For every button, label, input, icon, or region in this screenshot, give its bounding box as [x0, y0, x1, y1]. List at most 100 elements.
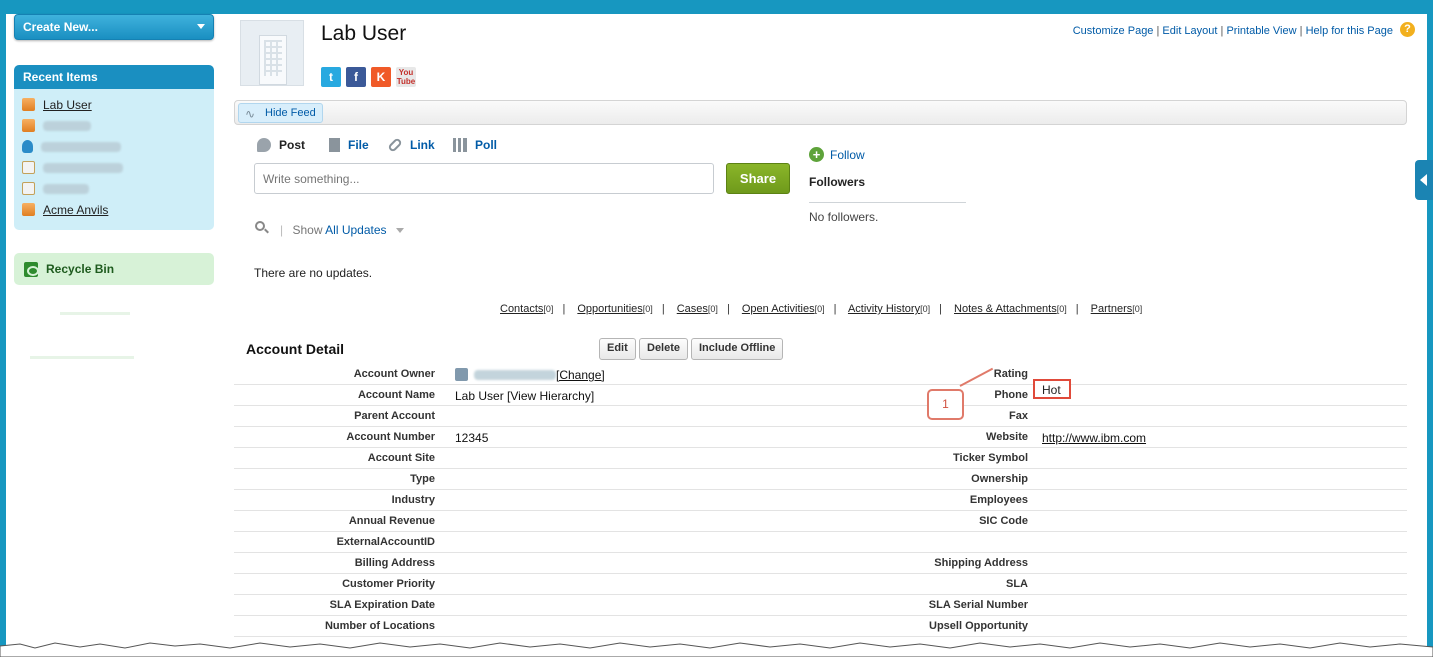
related-link-cases[interactable]: Cases — [677, 303, 708, 315]
recent-item[interactable] — [22, 136, 206, 157]
youtube-icon[interactable]: You Tube — [396, 67, 416, 87]
recent-item[interactable] — [22, 157, 206, 178]
tab-file[interactable]: File — [329, 138, 369, 152]
tab-label: Link — [410, 138, 435, 152]
recycle-bin-label: Recycle Bin — [46, 262, 115, 276]
detail-row: SLA Expiration Date SLA Serial Number — [234, 595, 1407, 616]
recent-item[interactable] — [22, 178, 206, 199]
create-new-button[interactable]: Create New... — [14, 14, 214, 40]
redacted-text — [43, 120, 91, 131]
field-label: Parent Account — [354, 410, 435, 422]
field-label: Account Number — [346, 431, 435, 443]
speech-bubble-icon — [257, 138, 271, 152]
detail-row: ExternalAccountID — [234, 532, 1407, 553]
field-label: Customer Priority — [342, 578, 435, 590]
help-icon[interactable]: ? — [1400, 22, 1415, 37]
recent-item[interactable] — [22, 115, 206, 136]
recent-item[interactable]: Lab User — [22, 94, 206, 115]
twitter-icon[interactable]: t — [321, 67, 341, 87]
tab-post[interactable]: Post — [257, 138, 305, 152]
separator: | — [280, 223, 284, 237]
detail-row: Account Number 12345 Website http://www.… — [234, 427, 1407, 448]
customize-page-link[interactable]: Customize Page — [1073, 25, 1154, 37]
recent-item-label[interactable]: Acme Anvils — [43, 203, 108, 217]
search-icon[interactable] — [255, 221, 265, 231]
detail-row: Account Name Lab User [View Hierarchy] P… — [234, 385, 1407, 406]
detail-row: Number of Locations Upsell Opportunity — [234, 616, 1407, 637]
account-icon — [22, 98, 35, 111]
document-icon — [22, 161, 35, 174]
field-label: Account Name — [357, 389, 435, 401]
related-link-opportunities[interactable]: Opportunities — [577, 303, 642, 315]
follow-button[interactable]: + Follow — [809, 147, 865, 162]
detail-row: Annual Revenue SIC Code — [234, 511, 1407, 532]
help-link[interactable]: Help for this Page — [1306, 25, 1393, 37]
hide-feed-button[interactable]: ∿ Hide Feed — [238, 103, 323, 123]
related-link-partners[interactable]: Partners — [1091, 303, 1133, 315]
include-offline-button[interactable]: Include Offline — [691, 338, 784, 360]
callout-number: 1 — [927, 389, 964, 420]
related-link-contacts[interactable]: Contacts — [500, 303, 543, 315]
field-label: Shipping Address — [934, 557, 1028, 569]
account-icon — [22, 119, 35, 132]
related-link-activity-history[interactable]: Activity History — [848, 303, 920, 315]
edit-button[interactable]: Edit — [599, 338, 636, 360]
redacted-text — [43, 183, 89, 194]
followers-title: Followers — [809, 175, 866, 189]
account-number-value: 12345 — [455, 431, 489, 445]
field-label: Fax — [1009, 410, 1028, 422]
tab-label: File — [348, 138, 369, 152]
tab-label: Post — [279, 138, 306, 152]
recent-item[interactable]: Acme Anvils — [22, 199, 206, 220]
torn-edge — [0, 642, 1433, 657]
post-input[interactable] — [254, 163, 714, 194]
collapse-panel-tab[interactable] — [1415, 160, 1433, 200]
contact-icon — [22, 140, 33, 153]
page-title: Lab User — [321, 22, 407, 45]
detail-row: Account Owner [Change] Rating — [234, 364, 1407, 385]
count: [0] — [1132, 304, 1143, 314]
account-owner-value: [Change] — [455, 368, 605, 382]
printable-view-link[interactable]: Printable View — [1226, 25, 1296, 37]
recycle-bin-link[interactable]: Recycle Bin — [14, 253, 214, 285]
header-links: Customize Page | Edit Layout | Printable… — [1072, 25, 1393, 37]
detail-row: Billing Address Shipping Address — [234, 553, 1407, 574]
related-list-links: Contacts[0] | Opportunities[0] | Cases[0] |… — [500, 303, 1143, 315]
facebook-icon[interactable]: f — [346, 67, 366, 87]
field-label: ExternalAccountID — [336, 536, 435, 548]
feed-filter-dropdown[interactable]: All Updates — [325, 223, 386, 237]
feed-toolbar: ∿ Hide Feed — [234, 100, 1407, 125]
divider — [809, 202, 966, 203]
related-link-open-activities[interactable]: Open Activities — [742, 303, 815, 315]
klout-icon[interactable]: K — [371, 67, 391, 87]
chevron-down-icon[interactable] — [395, 228, 404, 234]
field-label: Phone — [994, 389, 1028, 401]
field-label: SLA Serial Number — [928, 599, 1028, 611]
account-name-value: Lab User [View Hierarchy] — [455, 389, 595, 403]
recent-items-header: Recent Items — [14, 65, 214, 89]
tab-link[interactable]: Link — [387, 137, 435, 153]
show-label: Show — [292, 223, 323, 237]
detail-row: Parent Account Fax — [234, 406, 1407, 427]
delete-button[interactable]: Delete — [639, 338, 689, 360]
change-owner-link[interactable]: [Change] — [556, 368, 605, 382]
share-button[interactable]: Share — [726, 163, 790, 194]
redacted-text — [41, 141, 121, 152]
tab-poll[interactable]: Poll — [453, 138, 497, 152]
edit-layout-link[interactable]: Edit Layout — [1162, 25, 1217, 37]
related-link-notes-attachments[interactable]: Notes & Attachments — [954, 303, 1057, 315]
recycle-bin-icon — [24, 261, 39, 277]
pulse-icon: ∿ — [245, 107, 256, 121]
no-followers-message: No followers. — [809, 210, 879, 224]
file-icon — [329, 138, 340, 152]
count: [0] — [707, 304, 718, 314]
hide-feed-label: Hide Feed — [265, 107, 316, 119]
field-label: Type — [410, 473, 435, 485]
chevron-down-icon — [197, 24, 205, 29]
tab-label: Poll — [475, 138, 498, 152]
field-label: SLA — [1006, 578, 1028, 590]
field-label: Ownership — [971, 473, 1028, 485]
website-link[interactable]: http://www.ibm.com — [1042, 431, 1146, 445]
recent-item-label[interactable]: Lab User — [43, 98, 92, 112]
no-updates-message: There are no updates. — [254, 266, 373, 280]
